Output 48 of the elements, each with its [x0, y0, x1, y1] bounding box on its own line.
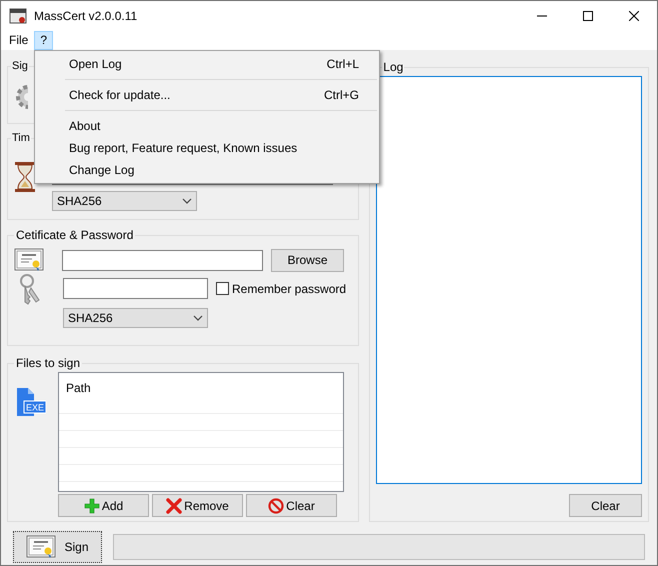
algorithm-dropdown[interactable]: SHA256: [52, 190, 197, 210]
column-header: Path: [59, 373, 343, 414]
keys-icon: [18, 274, 42, 306]
sign-button[interactable]: Sign: [13, 531, 102, 563]
menu-item-label: Open Log: [69, 56, 122, 73]
files-list[interactable]: Path: [58, 372, 344, 492]
browse-button[interactable]: Browse: [271, 248, 344, 272]
window-title: MassCert v2.0.0.11: [34, 8, 138, 24]
clear-log-button[interactable]: Clear: [569, 494, 642, 517]
menu-item[interactable]: ?: [34, 30, 54, 50]
group-title: Files to sign: [15, 355, 82, 372]
shortcut-label: Ctrl+L: [326, 56, 359, 73]
password-field[interactable]: [63, 278, 208, 299]
add-button[interactable]: Add: [58, 494, 149, 517]
plus-icon: [84, 498, 100, 514]
group-title: Sig: [11, 59, 29, 74]
group-title: Log: [382, 59, 404, 76]
group-title: Cetificate & Password: [15, 227, 134, 244]
checkbox-label: Remember password: [232, 280, 346, 298]
maximize-icon[interactable]: [583, 10, 593, 20]
algorithm-dropdown[interactable]: SHA256: [63, 308, 208, 328]
close-icon[interactable]: [629, 10, 639, 20]
menu-item[interactable]: Check for update... Ctrl+G: [35, 84, 379, 106]
hourglass-icon: [14, 160, 36, 192]
shortcut-label: Ctrl+G: [324, 87, 359, 104]
cross-icon: [166, 498, 182, 514]
prohibited-icon: [268, 498, 284, 514]
certificate-icon: [26, 535, 56, 559]
certificate-path-field[interactable]: [62, 250, 263, 270]
chevron-down-icon: [193, 315, 203, 321]
file-type-label: EXE: [26, 402, 44, 412]
menu-item[interactable]: Open Log Ctrl+L: [35, 53, 379, 75]
menu-item-label: About: [69, 118, 100, 135]
clear-button[interactable]: Clear: [246, 494, 337, 517]
menu-item-label: Check for update...: [69, 87, 170, 104]
group-title: Tim: [11, 131, 31, 146]
chevron-down-icon: [182, 198, 192, 204]
remove-button[interactable]: Remove: [152, 494, 243, 517]
menu-item-label: Bug report, Feature request, Known issues: [69, 140, 298, 157]
menu-item[interactable]: Bug report, Feature request, Known issues: [35, 137, 379, 159]
menu-item[interactable]: File: [3, 30, 34, 50]
checkbox[interactable]: [216, 282, 229, 295]
gear-icon: [14, 82, 28, 110]
app-icon: [9, 8, 27, 24]
certificate-icon: [14, 248, 44, 272]
menu-item[interactable]: About: [35, 115, 379, 137]
menu-item[interactable]: Change Log: [35, 159, 379, 181]
menu-item-label: Change Log: [69, 162, 134, 179]
